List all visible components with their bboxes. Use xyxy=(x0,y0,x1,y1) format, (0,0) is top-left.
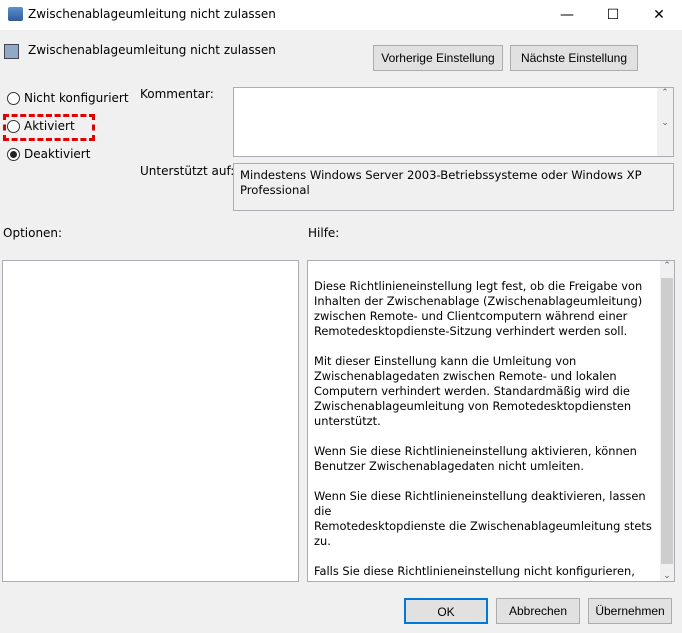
radio-circle-selected[interactable] xyxy=(7,147,20,161)
help-label: Hilfe: xyxy=(308,226,340,240)
help-text: Diese Richtlinieneinstellung legt fest, … xyxy=(314,279,652,581)
radio-not-configured[interactable]: Nicht konfiguriert xyxy=(7,91,129,105)
close-button[interactable]: ✕ xyxy=(636,0,682,30)
comment-label: Kommentar: xyxy=(140,87,214,101)
help-scrollbar[interactable]: ⌃ ⌄ xyxy=(660,261,674,581)
app-icon xyxy=(8,7,23,21)
policy-title: Zwischenablageumleitung nicht zulassen xyxy=(28,43,276,57)
maximize-button[interactable]: ☐ xyxy=(590,0,636,30)
previous-setting-button[interactable]: Vorherige Einstellung xyxy=(373,45,503,71)
policy-icon xyxy=(4,44,19,59)
cancel-button[interactable]: Abbrechen xyxy=(496,598,580,624)
window-title: Zwischenablageumleitung nicht zulassen xyxy=(28,7,276,21)
title-bar: Zwischenablageumleitung nicht zulassen —… xyxy=(0,0,682,30)
radio-label: Nicht konfiguriert xyxy=(24,91,129,105)
highlight-box xyxy=(3,114,95,141)
scrollbar-thumb[interactable] xyxy=(661,278,673,564)
options-panel xyxy=(2,260,299,582)
scroll-up-icon[interactable]: ⌃ xyxy=(660,261,674,271)
options-label: Optionen: xyxy=(3,226,63,240)
help-panel: Diese Richtlinieneinstellung legt fest, … xyxy=(307,260,675,582)
radio-disabled[interactable]: Deaktiviert xyxy=(7,147,90,161)
radio-circle[interactable] xyxy=(7,91,20,105)
supported-label: Unterstützt auf: xyxy=(140,164,235,178)
comment-input[interactable] xyxy=(233,87,674,157)
apply-button[interactable]: Übernehmen xyxy=(588,598,672,624)
next-setting-button[interactable]: Nächste Einstellung xyxy=(510,45,638,71)
ok-button[interactable]: OK xyxy=(404,598,488,624)
radio-label: Deaktiviert xyxy=(24,147,91,161)
supported-value: Mindestens Windows Server 2003-Betriebss… xyxy=(233,163,674,211)
scroll-down-icon[interactable]: ⌄ xyxy=(660,571,674,581)
comment-scrollbar[interactable]: ⌃ ⌄ xyxy=(657,88,673,156)
minimize-button[interactable]: — xyxy=(544,0,590,30)
